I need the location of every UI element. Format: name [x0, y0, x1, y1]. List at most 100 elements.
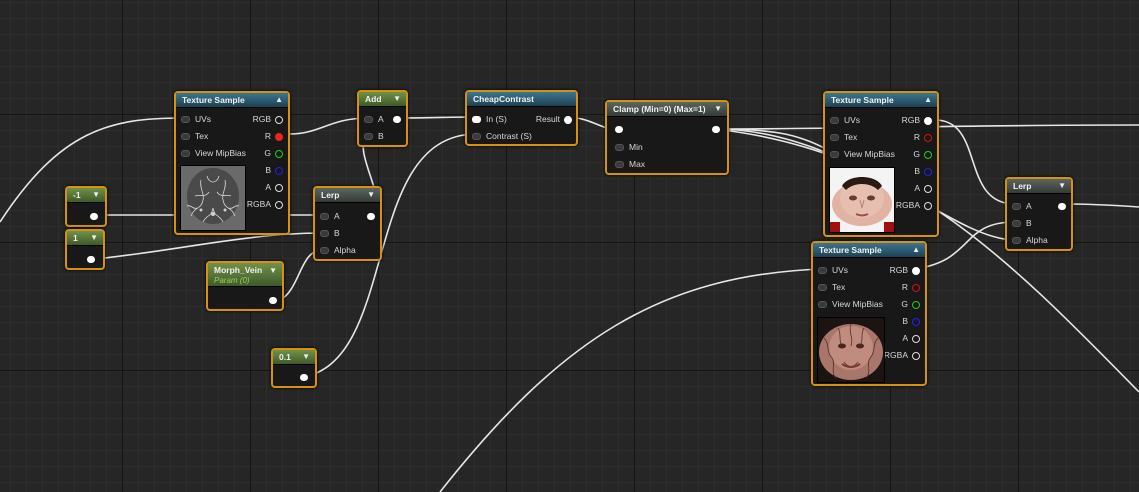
output-pin-icon[interactable] — [393, 116, 401, 123]
collapse-arrow-icon[interactable]: ▼ — [393, 92, 401, 106]
node-header[interactable]: Clamp (Min=0) (Max=1) ▼ — [607, 102, 727, 117]
pin-icon[interactable] — [615, 144, 624, 152]
tex-input-pin[interactable]: Tex — [830, 131, 857, 143]
pin-icon[interactable] — [275, 183, 283, 192]
node-header[interactable]: -1 ▼ — [67, 188, 105, 203]
pin-icon[interactable] — [924, 201, 932, 210]
collapse-arrow-icon[interactable]: ▼ — [92, 188, 100, 202]
pin-icon[interactable] — [364, 116, 373, 124]
pin-icon[interactable] — [830, 117, 839, 125]
constant-node-0-1[interactable]: 0.1 ▼ — [271, 348, 317, 388]
pin-icon[interactable] — [830, 151, 839, 159]
cheap-contrast-node[interactable]: CheapContrast In (S) Contrast (S) Result — [465, 90, 578, 146]
node-header[interactable]: Lerp ▼ — [315, 188, 380, 203]
alpha-input-pin[interactable]: Alpha — [1012, 234, 1048, 246]
texture-sample-node-2[interactable]: Texture Sample ▲ UVs Tex View MipBias RGB… — [823, 91, 939, 237]
pin-icon[interactable] — [181, 116, 190, 124]
pin-icon[interactable] — [924, 133, 932, 142]
pin-icon[interactable] — [924, 150, 932, 159]
pin-icon[interactable] — [564, 115, 572, 124]
collapse-arrow-icon[interactable]: ▲ — [924, 93, 932, 107]
pin-icon[interactable] — [364, 133, 373, 141]
pin-icon[interactable] — [924, 184, 932, 193]
b-input-pin[interactable]: B — [320, 227, 340, 239]
r-output-pin[interactable]: R — [902, 281, 920, 293]
tex-input-pin[interactable]: Tex — [818, 281, 845, 293]
pin-icon[interactable] — [912, 283, 920, 292]
output-pin-icon[interactable] — [87, 256, 95, 263]
pin-icon[interactable] — [275, 149, 283, 158]
contrast-input-pin[interactable]: Contrast (S) — [472, 130, 532, 142]
g-output-pin[interactable]: G — [913, 148, 932, 160]
collapse-arrow-icon[interactable]: ▼ — [302, 350, 310, 364]
pin-icon[interactable] — [924, 167, 932, 176]
g-output-pin[interactable]: G — [264, 147, 283, 159]
pin-icon[interactable] — [818, 284, 827, 292]
rgba-output-pin[interactable]: RGBA — [884, 349, 920, 361]
collapse-arrow-icon[interactable]: ▼ — [714, 102, 722, 116]
b-output-pin[interactable]: B — [914, 165, 932, 177]
lerp-node-1[interactable]: Lerp ▼ A B Alpha — [313, 186, 382, 261]
pin-icon[interactable] — [320, 230, 329, 238]
pin-icon[interactable] — [912, 266, 920, 275]
pin-icon[interactable] — [924, 116, 932, 125]
in-input-pin[interactable]: In (S) — [472, 113, 507, 125]
output-pin-icon[interactable] — [367, 213, 375, 220]
pin-icon[interactable] — [275, 115, 283, 124]
lerp-node-2[interactable]: Lerp ▼ A B Alpha — [1005, 177, 1073, 251]
pin-icon[interactable] — [320, 213, 329, 221]
collapse-arrow-icon[interactable]: ▼ — [269, 265, 277, 276]
b-input-pin[interactable]: B — [364, 130, 384, 142]
mipbias-input-pin[interactable]: View MipBias — [830, 148, 895, 160]
pin-icon[interactable] — [818, 301, 827, 309]
node-header[interactable]: Morph_Vein Param (0) ▼ — [208, 263, 282, 287]
uvs-input-pin[interactable]: UVs — [181, 113, 211, 125]
pin-icon[interactable] — [181, 150, 190, 158]
pin-icon[interactable] — [275, 200, 283, 209]
rgba-output-pin[interactable]: RGBA — [896, 199, 932, 211]
mipbias-input-pin[interactable]: View MipBias — [181, 147, 246, 159]
min-input-pin[interactable]: Min — [615, 141, 643, 153]
pin-icon[interactable] — [912, 351, 920, 360]
collapse-arrow-icon[interactable]: ▼ — [1058, 179, 1066, 193]
b-output-pin[interactable]: B — [265, 164, 283, 176]
add-node[interactable]: Add ▼ A B — [357, 90, 408, 147]
tex-input-pin[interactable]: Tex — [181, 130, 208, 142]
node-header[interactable]: Texture Sample ▲ — [813, 243, 925, 258]
morph-vein-param-node[interactable]: Morph_Vein Param (0) ▼ — [206, 261, 284, 311]
b-input-pin[interactable]: B — [1012, 217, 1032, 229]
texture-sample-node-3[interactable]: Texture Sample ▲ UVs Tex View MipBias RGB… — [811, 241, 927, 386]
mipbias-input-pin[interactable]: View MipBias — [818, 298, 883, 310]
pin-icon[interactable] — [275, 132, 283, 141]
pin-icon[interactable] — [275, 166, 283, 175]
node-header[interactable]: Add ▼ — [359, 92, 406, 107]
alpha-input-pin[interactable]: Alpha — [320, 244, 356, 256]
clamp-node[interactable]: Clamp (Min=0) (Max=1) ▼ Min Max — [605, 100, 729, 175]
pin-icon[interactable] — [830, 134, 839, 142]
g-output-pin[interactable]: G — [901, 298, 920, 310]
constant-node-1[interactable]: 1 ▼ — [65, 229, 105, 270]
result-output-pin[interactable]: Result — [536, 113, 572, 125]
pin-icon[interactable] — [912, 317, 920, 326]
uvs-input-pin[interactable]: UVs — [818, 264, 848, 276]
node-header[interactable]: CheapContrast — [467, 92, 576, 107]
pin-icon[interactable] — [472, 116, 481, 124]
a-input-pin[interactable]: A — [320, 210, 340, 222]
node-header[interactable]: Texture Sample ▲ — [825, 93, 937, 108]
pin-icon[interactable] — [472, 133, 481, 141]
pin-icon[interactable] — [320, 247, 329, 255]
r-output-pin[interactable]: R — [265, 130, 283, 142]
output-pin-icon[interactable] — [712, 126, 720, 133]
output-pin-icon[interactable] — [1058, 203, 1066, 210]
a-input-pin[interactable]: A — [364, 113, 384, 125]
b-output-pin[interactable]: B — [902, 315, 920, 327]
output-pin-icon[interactable] — [90, 213, 98, 220]
output-pin-icon[interactable] — [300, 374, 308, 381]
pin-icon[interactable] — [818, 267, 827, 275]
collapse-arrow-icon[interactable]: ▼ — [367, 188, 375, 202]
uvs-input-pin[interactable]: UVs — [830, 114, 860, 126]
pin-icon[interactable] — [912, 300, 920, 309]
a-input-pin[interactable]: A — [1012, 200, 1032, 212]
pin-icon[interactable] — [912, 334, 920, 343]
pin-icon[interactable] — [1012, 237, 1021, 245]
